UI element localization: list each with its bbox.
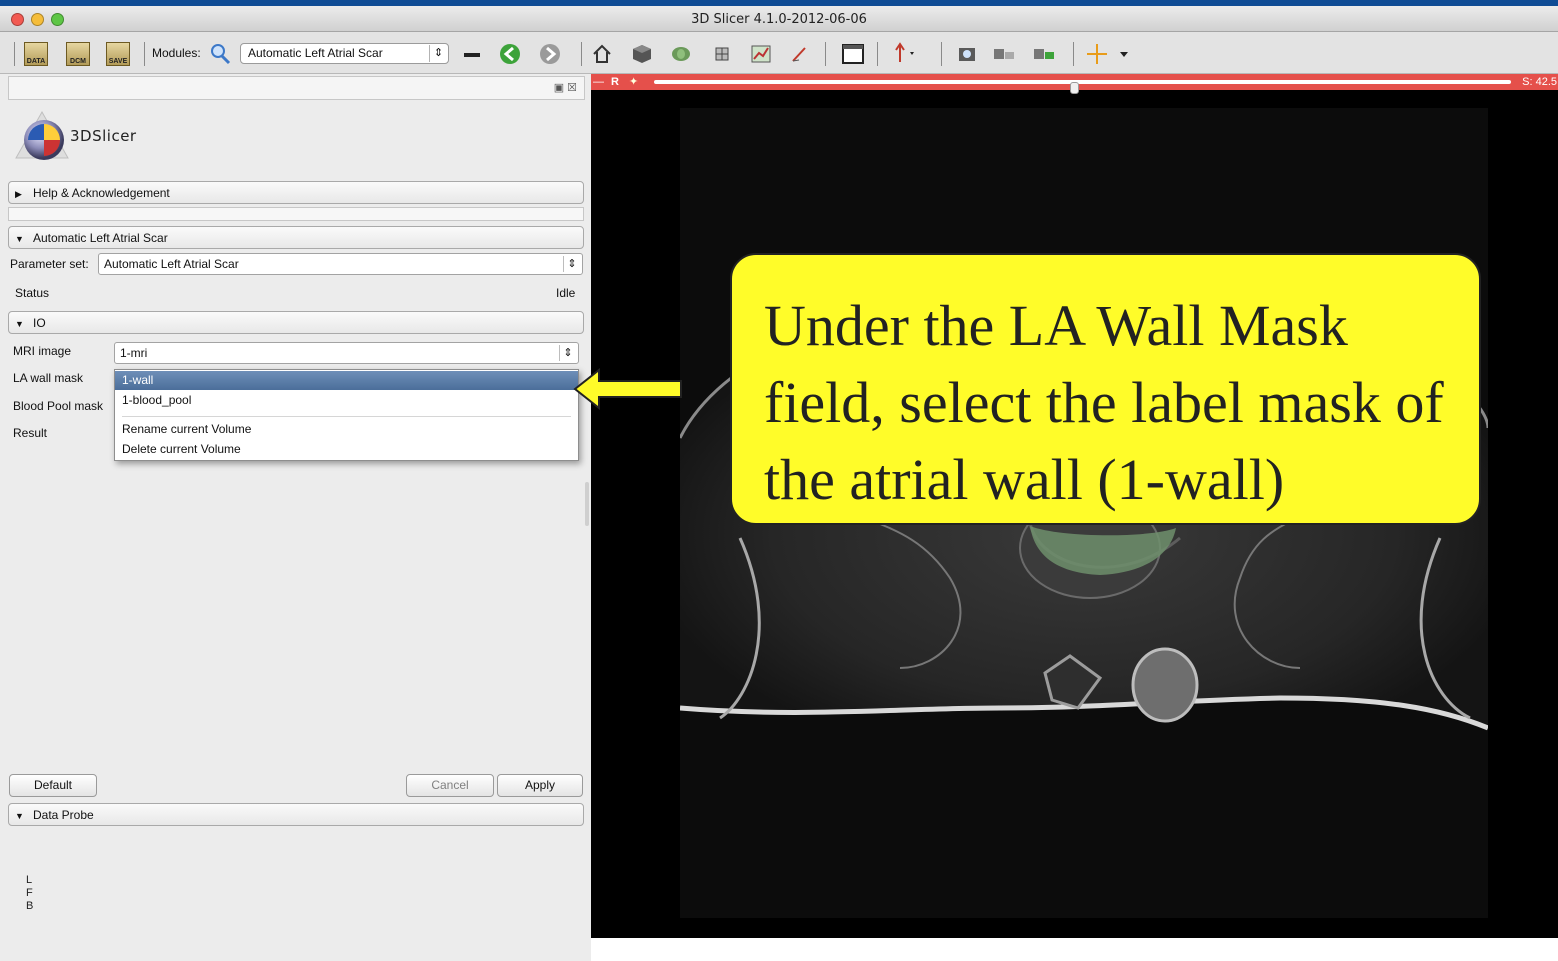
slicer-logo-text: 3DSlicer [70, 127, 137, 145]
default-button[interactable]: Default [9, 774, 97, 797]
home-icon[interactable] [590, 42, 614, 66]
modules-label: Modules: [152, 46, 201, 60]
module-panel-spacer [8, 207, 584, 221]
status-value: Idle [556, 286, 576, 300]
main-toolbar: DATA DCM SAVE Modules: Automatic Left At… [0, 32, 1558, 74]
toolbar-separator [877, 42, 878, 66]
instruction-callout-text: Under the LA Wall Mask field, select the… [764, 293, 1444, 512]
chevron-down-icon[interactable] [1112, 42, 1136, 66]
blood-pool-mask-label: Blood Pool mask [13, 399, 104, 413]
cancel-button[interactable]: Cancel [406, 774, 494, 797]
mri-image-combo[interactable]: 1-mri ⇕ [114, 342, 579, 364]
instruction-callout: Under the LA Wall Mask field, select the… [730, 253, 1481, 525]
triangle-down-icon: ▼ [15, 811, 24, 821]
dropdown-separator [122, 416, 571, 417]
dock-float-close-icons[interactable]: ▣☒ [554, 81, 580, 94]
editor-icon[interactable] [788, 42, 812, 66]
chevron-updown-icon: ⇕ [429, 45, 447, 62]
module-selector[interactable]: Automatic Left Atrial Scar ⇕ [240, 43, 449, 64]
io-section[interactable]: ▼ IO [8, 311, 584, 334]
data-icon[interactable]: DATA [24, 42, 48, 66]
help-acknowledgement-section[interactable]: ▶ Help & Acknowledgement [8, 181, 584, 204]
slice-controller-bar: — R ✦ S: 42.5 [591, 74, 1558, 94]
back-arrow-icon[interactable] [498, 42, 522, 66]
panel-splitter-handle[interactable] [585, 482, 589, 526]
slice-offset-slider[interactable] [654, 80, 1511, 94]
parameter-set-label: Parameter set: [10, 257, 89, 271]
module-dock-bar: ▣☒ [8, 76, 585, 100]
scene-view-icon[interactable] [992, 42, 1016, 66]
slicer-logo-icon [14, 110, 70, 166]
pin-icon[interactable]: ✦ [629, 75, 638, 89]
result-label: Result [13, 426, 48, 440]
automatic-left-atrial-scar-section[interactable]: ▼ Automatic Left Atrial Scar [8, 226, 584, 249]
cube-icon[interactable] [630, 42, 654, 66]
forward-arrow-icon[interactable] [538, 42, 562, 66]
toolbar-separator [144, 42, 145, 66]
mouse-mode-icon[interactable] [892, 42, 916, 66]
minimize-icon[interactable] [460, 42, 484, 66]
coord-l-label: L [26, 874, 33, 886]
title-bar: 3D Slicer 4.1.0-2012-06-06 [0, 6, 1558, 32]
save-icon[interactable]: SAVE [106, 42, 130, 66]
module-panel: ▣☒ 3DSlicer ▶ Help & Acknowledgement ▼ Aut… [0, 74, 591, 961]
slice-offset-value: S: 42.5 [1522, 76, 1557, 88]
parameter-set-combo[interactable]: Automatic Left Atrial Scar ⇕ [98, 253, 583, 275]
brain-icon[interactable] [669, 42, 693, 66]
toolbar-separator [581, 42, 582, 66]
toolbar-separator [941, 42, 942, 66]
dropdown-option-1-wall[interactable]: 1-wall [115, 371, 578, 390]
chevron-updown-icon: ⇕ [563, 256, 580, 272]
delete-volume-option[interactable]: Delete current Volume [115, 440, 578, 459]
status-label: Status [15, 286, 50, 300]
la-wall-mask-label: LA wall mask [13, 371, 84, 385]
coord-b-label: B [26, 900, 34, 912]
window-title: 3D Slicer 4.1.0-2012-06-06 [691, 12, 867, 27]
chevron-updown-icon: ⇕ [559, 345, 576, 361]
viewer-status-strip [591, 938, 1558, 961]
scene-restore-icon[interactable] [1032, 42, 1056, 66]
slice-slider-handle[interactable] [1070, 82, 1079, 94]
annotation-arrow-icon [573, 368, 682, 410]
la-wall-mask-dropdown: 1-wall 1-blood_pool Rename current Volum… [114, 369, 579, 461]
dcm-icon[interactable]: DCM [66, 42, 90, 66]
triangle-down-icon: ▼ [15, 234, 24, 244]
search-icon[interactable] [208, 42, 232, 66]
rename-volume-option[interactable]: Rename current Volume [115, 420, 578, 439]
apply-button[interactable]: Apply [497, 774, 583, 797]
triangle-right-icon: ▶ [15, 189, 22, 199]
toolbar-separator [825, 42, 826, 66]
data-probe-coordinates: L F B [26, 874, 33, 913]
slice-view-label: R [611, 76, 619, 88]
toolbar-separator [14, 42, 15, 66]
coord-f-label: F [26, 887, 33, 899]
models-icon[interactable] [710, 42, 734, 66]
data-probe-section[interactable]: ▼ Data Probe [8, 803, 584, 826]
triangle-down-icon: ▼ [15, 319, 24, 329]
collapse-icon[interactable]: — [593, 74, 604, 90]
toolbar-separator [1073, 42, 1074, 66]
chart-icon[interactable] [749, 42, 773, 66]
dropdown-option-1-blood-pool[interactable]: 1-blood_pool [115, 391, 578, 410]
layout-icon[interactable] [841, 42, 865, 66]
crosshair-icon[interactable] [1085, 42, 1109, 66]
mri-image-label: MRI image [13, 344, 72, 358]
screenshot-icon[interactable] [955, 42, 979, 66]
